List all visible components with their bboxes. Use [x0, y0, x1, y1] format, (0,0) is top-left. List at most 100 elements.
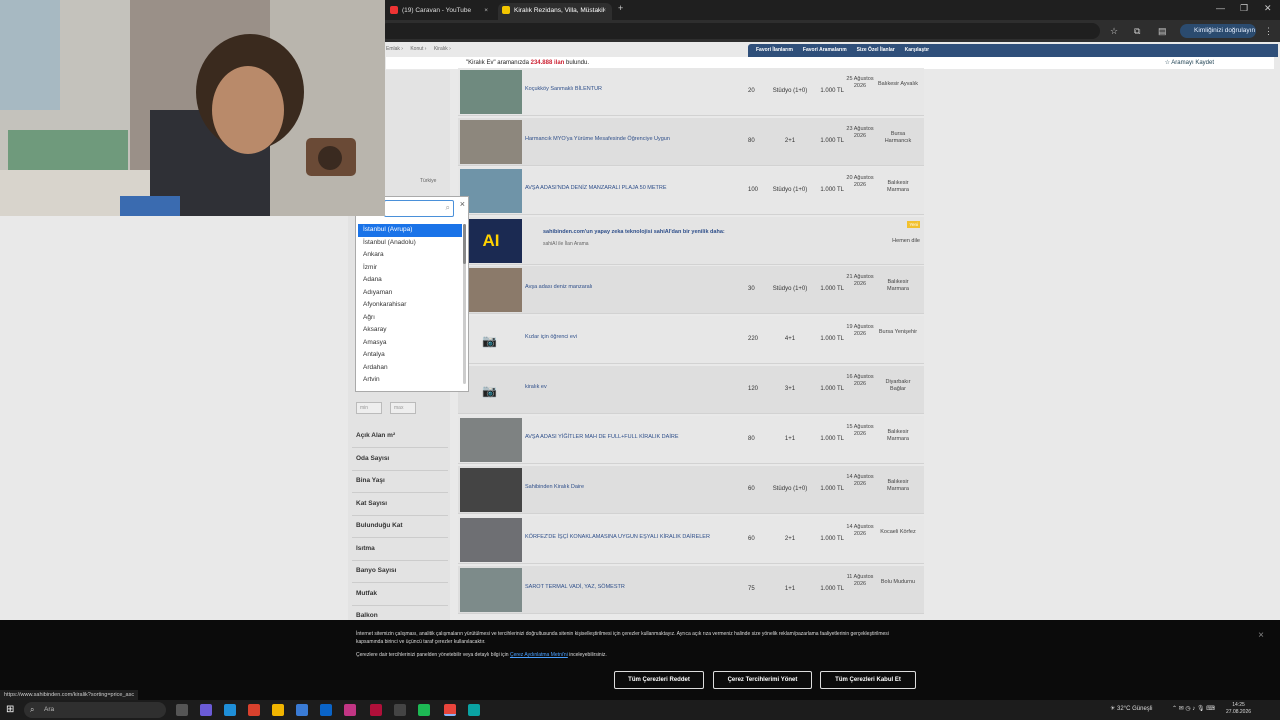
compare-link[interactable]: Karşılaştır: [905, 47, 929, 53]
fav-listings-link[interactable]: Favori İlanlarım: [756, 47, 793, 53]
breadcrumb-emlak[interactable]: Emlak ›: [386, 46, 403, 52]
store-icon[interactable]: [296, 704, 308, 716]
tab-close-icon[interactable]: ×: [602, 3, 606, 18]
close-icon[interactable]: ×: [1258, 630, 1264, 641]
listing-photo[interactable]: [460, 568, 522, 612]
filter-rooms[interactable]: Oda Sayısı: [356, 455, 389, 462]
spotify-icon[interactable]: [418, 704, 430, 716]
outlook-icon[interactable]: [320, 704, 332, 716]
city-option[interactable]: İzmir: [358, 262, 462, 275]
listing-title[interactable]: kiralık ev: [525, 384, 745, 390]
extensions-icon[interactable]: ⧉: [1134, 26, 1140, 37]
listing-photo[interactable]: [460, 518, 522, 562]
city-option[interactable]: Ağrı: [358, 312, 462, 325]
listing-title[interactable]: SAROT TERMAL VADİ, YAZ, SÖMESTR: [525, 584, 745, 590]
city-option[interactable]: Adana: [358, 274, 462, 287]
app-icon[interactable]: [468, 704, 480, 716]
filter-bathrooms[interactable]: Banyo Sayısı: [356, 567, 396, 574]
listing-title[interactable]: AVŞA ADASI YİĞİTLER MAH DE FULL+FULL KİR…: [525, 434, 745, 440]
system-clock[interactable]: 14:25 27.08.2026: [1226, 702, 1251, 716]
city-option[interactable]: Artvin: [358, 374, 462, 387]
listing-title[interactable]: Koçukköy Sanmaklı BİLENTUR: [525, 86, 745, 92]
sidepanel-icon[interactable]: ▤: [1158, 26, 1167, 37]
listing-row[interactable]: AVŞA ADASI'NDA DENİZ MANZARALI PLAJA 50 …: [458, 167, 924, 215]
listing-title[interactable]: Kızlar için öğrenci evi: [525, 334, 745, 340]
listing-photo[interactable]: [460, 468, 522, 512]
fav-searches-link[interactable]: Favori Aramalarım: [803, 47, 847, 53]
listing-photo[interactable]: [460, 418, 522, 462]
dropdown-scrollbar[interactable]: [463, 224, 466, 384]
url-field[interactable]: [380, 23, 1100, 39]
manage-cookies-button[interactable]: Çerez Tercihlerimi Yönet: [713, 671, 812, 689]
close-icon[interactable]: ×: [460, 199, 465, 209]
city-option[interactable]: Afyonkarahisar: [358, 299, 462, 312]
windows-start-icon[interactable]: ⊞: [6, 705, 16, 715]
minimize-button[interactable]: —: [1216, 3, 1225, 13]
listing-row[interactable]: Sahibinden Kiralık Daire 60 Stüdyo (1+0) 1.…: [458, 466, 924, 514]
city-option[interactable]: Antalya: [358, 349, 462, 362]
listing-title[interactable]: KÖRFEZ'DE İŞÇİ KONAKLAMASINA UYGUN EŞYAL…: [525, 534, 745, 540]
reject-cookies-button[interactable]: Tüm Çerezleri Reddet: [614, 671, 704, 689]
filter-heating[interactable]: Isıtma: [356, 545, 375, 552]
close-window-button[interactable]: ✕: [1264, 3, 1272, 14]
listing-title[interactable]: Sahibinden Kiralık Daire: [525, 484, 745, 490]
city-option[interactable]: Aksaray: [358, 324, 462, 337]
listing-photo[interactable]: [460, 70, 522, 114]
maximize-button[interactable]: ❐: [1240, 3, 1248, 14]
city-option[interactable]: Adıyaman: [358, 287, 462, 300]
verify-identity-button[interactable]: Kimliğinizi doğrulayın: [1180, 24, 1256, 38]
app-icon[interactable]: [200, 704, 212, 716]
weather-widget[interactable]: ☀ 32°C Güneşli: [1110, 705, 1152, 712]
filter-kitchen[interactable]: Mutfak: [356, 590, 377, 597]
listing-photo[interactable]: [460, 268, 522, 312]
edge-icon[interactable]: [224, 704, 236, 716]
filter-floor[interactable]: Bulunduğu Kat: [356, 522, 403, 529]
filter-balcony[interactable]: Balkon: [356, 612, 378, 619]
listing-row[interactable]: 📷 kiralık ev 120 3+1 1.000 TL 16 Ağustos 2026…: [458, 366, 924, 414]
filter-building-age[interactable]: Bina Yaşı: [356, 477, 385, 484]
listing-row[interactable]: KÖRFEZ'DE İŞÇİ KONAKLAMASINA UYGUN EŞYAL…: [458, 516, 924, 564]
bookmark-star-icon[interactable]: ☆: [1110, 26, 1118, 37]
accept-cookies-button[interactable]: Tüm Çerezleri Kabul Et: [820, 671, 916, 689]
opera-icon[interactable]: [370, 704, 382, 716]
listing-title[interactable]: Harmancık MYO'ya Yürüme Mesafesinde Öğre…: [525, 136, 745, 142]
listing-row[interactable]: AVŞA ADASI YİĞİTLER MAH DE FULL+FULL KİR…: [458, 416, 924, 464]
city-option[interactable]: Ardahan: [358, 362, 462, 375]
min-input[interactable]: min: [356, 402, 382, 414]
tab-sahibinden[interactable]: Kiralık Rezidans, Villa, Müstakil ×: [498, 3, 612, 20]
listing-photo-placeholder[interactable]: 📷: [460, 318, 522, 362]
save-search-link[interactable]: ☆ Aramayı Kaydet: [1165, 57, 1214, 69]
menu-dots-icon[interactable]: ⋮: [1264, 26, 1273, 37]
tab-close-icon[interactable]: ×: [484, 3, 488, 18]
taskbar-search[interactable]: ⌕ Ara: [24, 702, 166, 718]
listing-photo-placeholder[interactable]: 📷: [460, 368, 522, 412]
tab-youtube[interactable]: (19) Caravan - YouTube ×: [386, 3, 494, 20]
max-input[interactable]: max: [390, 402, 416, 414]
instagram-icon[interactable]: [344, 704, 356, 716]
tray-icons[interactable]: ⌃ ✉ ◷ ♪ 🎙 ⌨: [1172, 705, 1215, 712]
listing-title[interactable]: Avşa adası deniz manzaralı: [525, 284, 745, 290]
filter-open-area[interactable]: Açık Alan m²: [356, 432, 395, 439]
city-option[interactable]: Amasya: [358, 337, 462, 350]
cookie-policy-link[interactable]: Çerez Aydınlatma Metni'ni: [510, 652, 568, 658]
listing-title[interactable]: AVŞA ADASI'NDA DENİZ MANZARALI PLAJA 50 …: [525, 185, 745, 191]
listing-row[interactable]: 📷 Kızlar için öğrenci evi 220 4+1 1.000 TL 19…: [458, 316, 924, 364]
city-search-input[interactable]: ⌕: [384, 200, 454, 217]
new-tab-button[interactable]: +: [618, 3, 623, 13]
listing-photo[interactable]: [460, 120, 522, 164]
listing-photo[interactable]: [460, 169, 522, 213]
city-option[interactable]: İstanbul (Avrupa): [358, 224, 462, 237]
listing-row[interactable]: Koçukköy Sanmaklı BİLENTUR 20 Stüdyo (1+0)…: [458, 68, 924, 116]
city-option[interactable]: İstanbul (Anadolu): [358, 237, 462, 250]
listing-row[interactable]: SAROT TERMAL VADİ, YAZ, SÖMESTR 75 1+1 1.00…: [458, 566, 924, 614]
listing-row[interactable]: Avşa adası deniz manzaralı 30 Stüdyo (1+0)…: [458, 266, 924, 314]
task-view-icon[interactable]: [176, 704, 188, 716]
breadcrumb-konut[interactable]: Konut ›: [410, 46, 426, 52]
sahiai-promo-row[interactable]: AI sahibinden.com'un yapay zeka teknoloji…: [458, 217, 924, 265]
city-option[interactable]: Ankara: [358, 249, 462, 262]
folder-icon[interactable]: [272, 704, 284, 716]
filter-floor-count[interactable]: Kat Sayısı: [356, 500, 387, 507]
app-icon[interactable]: [394, 704, 406, 716]
listing-row[interactable]: Harmancık MYO'ya Yürüme Mesafesinde Öğre…: [458, 118, 924, 166]
special-listings-link[interactable]: Size Özel İlanlar: [857, 47, 895, 53]
